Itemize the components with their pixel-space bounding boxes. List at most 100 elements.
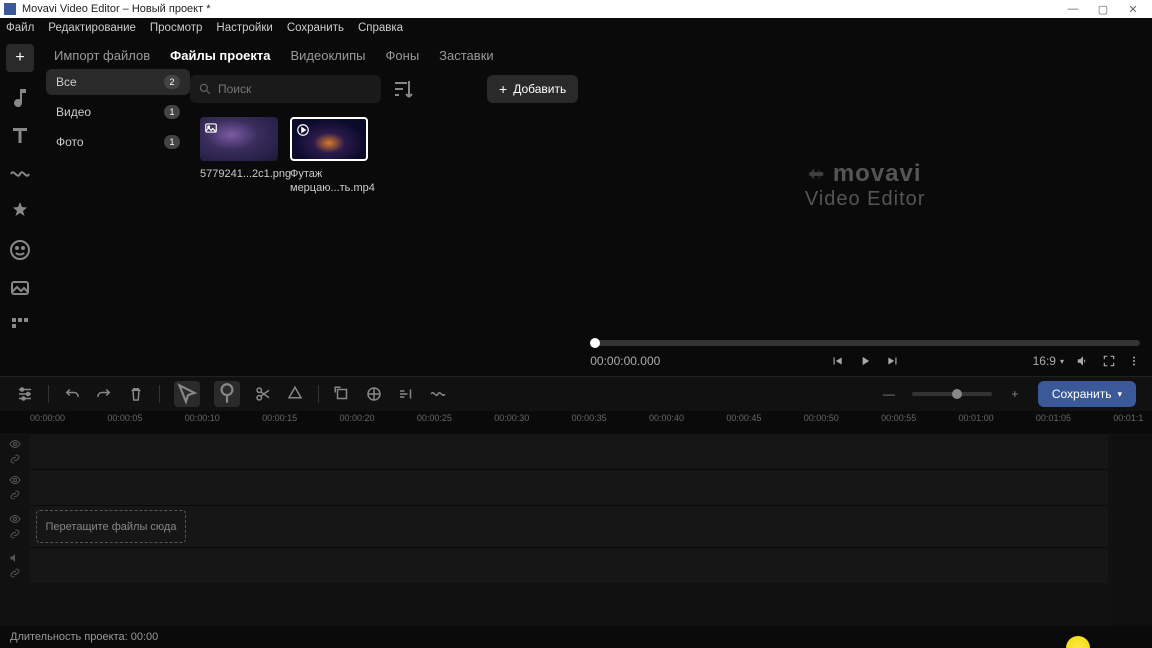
tab-intros[interactable]: Заставки [439, 48, 493, 63]
preview-canvas: movavi Video Editor [578, 38, 1152, 332]
logo-product: Video Editor [805, 188, 926, 211]
category-count: 1 [164, 135, 180, 149]
drop-hint: Перетащите файлы сюда [36, 510, 186, 543]
elements-icon[interactable] [8, 276, 32, 300]
search-input[interactable] [218, 82, 373, 96]
marker-tool[interactable] [214, 381, 240, 407]
ruler-tick: 00:01:05 [1036, 413, 1071, 423]
menu-help[interactable]: Справка [358, 22, 403, 34]
aspect-ratio-label: 16:9 [1033, 354, 1056, 368]
project-duration: Длительность проекта: 00:00 [10, 631, 158, 643]
split-button[interactable] [254, 385, 272, 403]
redo-button[interactable] [95, 385, 113, 403]
add-button-label: Добавить [513, 82, 566, 96]
category-label: Фото [56, 135, 84, 149]
select-tool[interactable] [174, 381, 200, 407]
ruler-tick: 00:00:20 [340, 413, 375, 423]
menu-edit[interactable]: Редактирование [48, 22, 136, 34]
more-options-button[interactable] [1128, 354, 1140, 368]
category-label: Видео [56, 105, 91, 119]
file-thumbnail[interactable] [200, 117, 278, 161]
next-frame-button[interactable] [886, 354, 900, 368]
timeline-settings-icon[interactable] [16, 385, 34, 403]
tab-project-files[interactable]: Файлы проекта [170, 48, 270, 63]
text-icon[interactable] [8, 124, 32, 148]
effects-icon[interactable] [8, 200, 32, 224]
image-icon [204, 121, 218, 135]
link-icon[interactable] [9, 489, 21, 501]
category-all[interactable]: Все 2 [46, 69, 190, 95]
zoom-thumb[interactable] [952, 389, 962, 399]
category-video[interactable]: Видео 1 [46, 99, 190, 125]
menu-file[interactable]: Файл [6, 22, 34, 34]
timeline-ruler[interactable]: 00:00:0000:00:0500:00:1000:00:1500:00:20… [0, 411, 1152, 433]
file-name: 5779241...2c1.png [200, 167, 280, 181]
file-item[interactable]: Футаж мерцаю...ть.mp4 [290, 117, 370, 196]
stickers-icon[interactable] [8, 238, 32, 262]
track-row-video[interactable]: Перетащите файлы сюда [30, 505, 1108, 547]
track-row-overlay[interactable] [30, 433, 1108, 469]
export-button[interactable]: Сохранить ▾ [1038, 381, 1136, 407]
play-icon [296, 123, 310, 137]
sort-button[interactable] [391, 77, 415, 101]
more-icon[interactable] [8, 314, 32, 338]
menu-save[interactable]: Сохранить [287, 22, 344, 34]
zoom-in-button[interactable]: + [1006, 385, 1024, 403]
crop-button[interactable] [286, 385, 304, 403]
close-button[interactable]: ✕ [1118, 0, 1148, 18]
ruler-tick: 00:00:50 [804, 413, 839, 423]
eye-icon[interactable] [9, 438, 21, 450]
logo-brand: movavi [833, 160, 922, 188]
menu-settings[interactable]: Настройки [216, 22, 272, 34]
transitions-icon[interactable] [8, 162, 32, 186]
audio-icon[interactable] [9, 552, 21, 564]
tab-backgrounds[interactable]: Фоны [386, 48, 420, 63]
fullscreen-button[interactable] [1102, 354, 1116, 368]
link-icon[interactable] [9, 567, 21, 579]
speed-button[interactable] [397, 385, 415, 403]
rotate-button[interactable] [333, 385, 351, 403]
media-panel: Импорт файлов Файлы проекта Видеоклипы Ф… [40, 38, 578, 376]
import-button[interactable]: + [6, 44, 34, 72]
watermark-logo: movavi Video Editor [805, 160, 926, 211]
undo-button[interactable] [63, 385, 81, 403]
aspect-ratio-select[interactable]: 16:9 ▾ [1033, 354, 1064, 368]
title-bar: Movavi Video Editor – Новый проект * — ▢… [0, 0, 1152, 18]
track-row-title[interactable] [30, 469, 1108, 505]
maximize-button[interactable]: ▢ [1088, 0, 1118, 18]
eye-icon[interactable] [9, 513, 21, 525]
ruler-tick: 00:00:40 [649, 413, 684, 423]
chevron-down-icon: ▾ [1117, 389, 1122, 400]
zoom-slider[interactable] [912, 392, 992, 396]
link-icon[interactable] [9, 528, 21, 540]
add-button[interactable]: + Добавить [487, 75, 578, 103]
stabilize-button[interactable] [429, 385, 447, 403]
prev-frame-button[interactable] [830, 354, 844, 368]
ruler-tick: 00:00:25 [417, 413, 452, 423]
chevron-down-icon: ▾ [1060, 357, 1064, 366]
file-item[interactable]: 5779241...2c1.png [200, 117, 280, 181]
ruler-tick: 00:01:1 [1113, 413, 1143, 423]
delete-button[interactable] [127, 385, 145, 403]
color-button[interactable] [365, 385, 383, 403]
search-input-wrapper[interactable] [190, 75, 381, 103]
link-icon[interactable] [9, 453, 21, 465]
play-button[interactable] [858, 354, 872, 368]
cursor-highlight [1066, 636, 1090, 648]
tab-videoclips[interactable]: Видеоклипы [290, 48, 365, 63]
ruler-tick: 00:00:00 [30, 413, 65, 423]
tab-import[interactable]: Импорт файлов [54, 48, 150, 63]
menu-view[interactable]: Просмотр [150, 22, 203, 34]
left-toolbar: + [0, 38, 40, 376]
volume-button[interactable] [1076, 354, 1090, 368]
seek-thumb[interactable] [590, 338, 600, 348]
music-icon[interactable] [8, 86, 32, 110]
zoom-out-button[interactable]: — [880, 385, 898, 403]
app-icon [4, 3, 16, 15]
seek-bar[interactable] [590, 340, 1140, 346]
track-row-audio[interactable] [30, 547, 1108, 583]
eye-icon[interactable] [9, 474, 21, 486]
minimize-button[interactable]: — [1058, 0, 1088, 18]
file-thumbnail[interactable] [290, 117, 368, 161]
category-photo[interactable]: Фото 1 [46, 129, 190, 155]
